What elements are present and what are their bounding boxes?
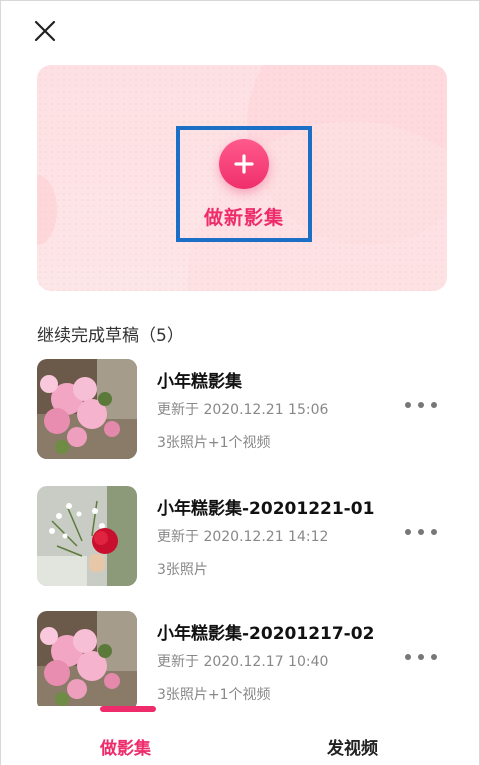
draft-thumbnail	[37, 359, 137, 459]
bottom-tab-bar: 做影集 发视频	[1, 706, 479, 765]
draft-title: 小年糕影集	[157, 372, 242, 392]
draft-updated-time: 更新于 2020.12.17 10:40	[157, 654, 329, 670]
new-album-card: 做新影集	[37, 65, 447, 291]
tab-post-video[interactable]: 发视频	[327, 734, 378, 759]
more-icon	[405, 529, 437, 535]
draft-title: 小年糕影集-20201221-01	[157, 499, 375, 519]
draft-media-count: 3张照片+1个视频	[157, 687, 271, 703]
more-options-button[interactable]	[403, 649, 439, 665]
active-tab-indicator	[100, 706, 156, 712]
draft-item[interactable]: 小年糕影集-20201217-02 更新于 2020.12.17 10:40 3…	[37, 611, 447, 711]
draft-item[interactable]: 小年糕影集-20201221-01 更新于 2020.12.21 14:12 3…	[37, 486, 447, 586]
more-icon	[405, 402, 437, 408]
drafts-section-title: 继续完成草稿（5）	[37, 326, 184, 346]
draft-updated-time: 更新于 2020.12.21 15:06	[157, 402, 329, 418]
new-album-button[interactable]: 做新影集	[176, 126, 312, 242]
draft-media-count: 3张照片+1个视频	[157, 435, 271, 451]
close-icon	[34, 20, 56, 42]
draft-title: 小年糕影集-20201217-02	[157, 624, 375, 644]
more-options-button[interactable]	[403, 524, 439, 540]
draft-item[interactable]: 小年糕影集 更新于 2020.12.21 15:06 3张照片+1个视频	[37, 359, 447, 459]
draft-media-count: 3张照片	[157, 562, 208, 578]
draft-updated-time: 更新于 2020.12.21 14:12	[157, 529, 329, 545]
more-options-button[interactable]	[403, 397, 439, 413]
plus-icon	[219, 138, 269, 189]
close-button[interactable]	[29, 15, 61, 47]
draft-thumbnail	[37, 486, 137, 586]
tab-make-album[interactable]: 做影集	[100, 734, 151, 759]
new-album-label: 做新影集	[203, 206, 284, 229]
draft-thumbnail	[37, 611, 137, 711]
more-icon	[405, 654, 437, 660]
